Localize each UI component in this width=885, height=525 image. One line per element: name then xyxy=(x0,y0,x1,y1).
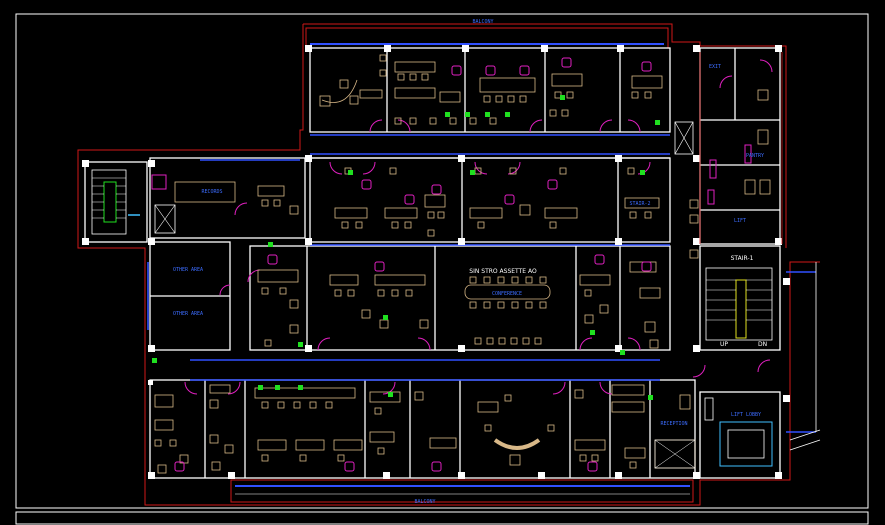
left-staircase xyxy=(91,169,176,235)
exit-label: EXIT xyxy=(709,64,721,70)
structural-columns xyxy=(82,45,790,479)
stair-1-label: STAIR-1 xyxy=(731,255,754,262)
reception-label: RECEPTION xyxy=(660,421,687,427)
stair-up-label: UP xyxy=(720,341,728,348)
conference-label: CONFERENCE xyxy=(492,291,522,297)
lift-area: LIFT LOBBY xyxy=(654,121,773,469)
records-label: RECORDS xyxy=(201,189,222,195)
other-area-2-label: OTHER AREA xyxy=(173,311,203,317)
floor-plan-drawing: BALCONY BALCONY STAIR-1 UP DN LIFT LOBBY… xyxy=(15,13,869,525)
building-boundary xyxy=(77,23,820,506)
stair-dn-label: DN xyxy=(758,341,767,348)
walls xyxy=(84,47,781,479)
elevator-label: LIFT xyxy=(734,218,746,224)
lift-lobby-label: LIFT LOBBY xyxy=(731,412,761,418)
balcony-top: BALCONY xyxy=(305,19,669,49)
title-strip xyxy=(15,511,869,525)
furniture xyxy=(154,54,771,474)
right-staircase: STAIR-1 UP DN xyxy=(705,255,773,348)
stair-2-label: STAIR-2 xyxy=(629,201,650,207)
green-markers xyxy=(152,95,660,400)
glass-partitions xyxy=(147,134,816,433)
balcony-top-label: BALCONY xyxy=(472,19,493,25)
pantry-label: PANTRY xyxy=(746,153,764,159)
balcony-bottom-label: BALCONY xyxy=(414,499,435,505)
exterior-details xyxy=(699,52,821,451)
conference-title-label: SIN STRO ASSETTE AO xyxy=(469,268,537,275)
other-area-1-label: OTHER AREA xyxy=(173,267,203,273)
chairs-magenta xyxy=(174,57,752,472)
